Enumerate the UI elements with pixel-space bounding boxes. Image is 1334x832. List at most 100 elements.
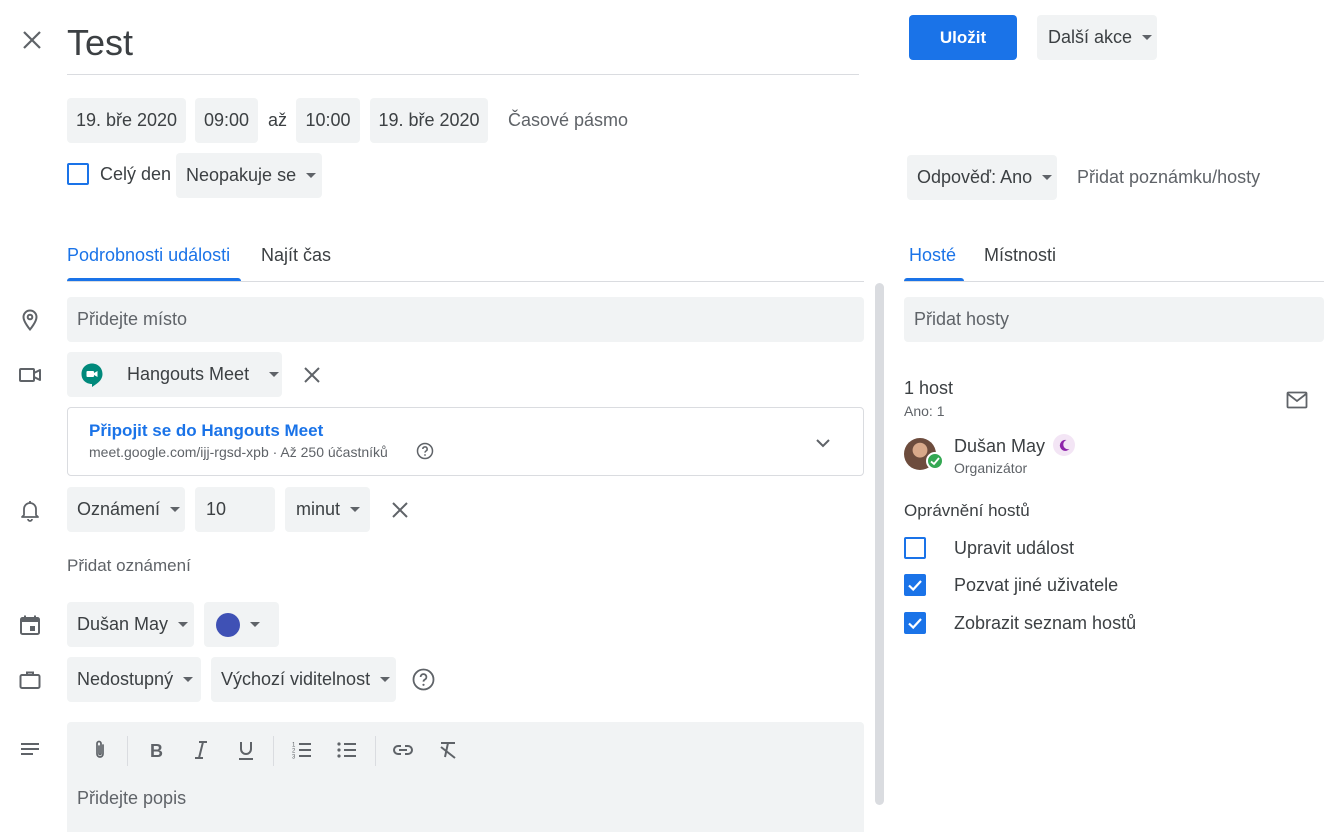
- chevron-down-icon: [1142, 35, 1153, 40]
- italic-icon[interactable]: [189, 738, 213, 762]
- availability-dropdown[interactable]: Nedostupný: [67, 657, 201, 702]
- toolbar-separator: [273, 736, 274, 766]
- link-icon[interactable]: [391, 738, 415, 762]
- location-placeholder: Přidejte místo: [77, 309, 188, 329]
- title-underline: [67, 74, 859, 75]
- permission-see-guest-list[interactable]: Zobrazit seznam hostů: [904, 611, 1324, 635]
- end-date-value: 19. bře 2020: [378, 110, 480, 130]
- end-time-value: 10:00: [305, 110, 351, 130]
- notification-value: 10: [206, 499, 227, 519]
- guest-name: Dušan May: [954, 436, 1046, 456]
- chevron-down-icon: [380, 677, 391, 682]
- description-editor[interactable]: [67, 722, 864, 832]
- permission-checkbox[interactable]: [904, 537, 926, 559]
- remove-notification-icon[interactable]: [390, 500, 410, 520]
- permission-checkbox-checked[interactable]: [904, 612, 926, 634]
- chevron-down-icon: [350, 507, 361, 512]
- permission-label: Zobrazit seznam hostů: [954, 613, 1137, 633]
- conference-value: Hangouts Meet: [127, 364, 250, 384]
- visibility-help-icon[interactable]: [412, 668, 435, 691]
- calendar-owner-dropdown[interactable]: Dušan May: [67, 602, 194, 647]
- toolbar-separator: [127, 736, 128, 766]
- notification-value-input[interactable]: 10: [195, 487, 275, 532]
- chevron-down-icon: [183, 677, 194, 682]
- clear-formatting-icon[interactable]: [436, 738, 460, 762]
- svg-text:B: B: [150, 741, 163, 761]
- chevron-down-icon: [170, 507, 181, 512]
- add-guests-input[interactable]: Přidat hosty: [904, 297, 1324, 342]
- moon-icon: [1053, 434, 1075, 456]
- recurrence-value: Neopakuje se: [186, 165, 297, 185]
- chevron-down-icon: [269, 372, 280, 377]
- close-icon[interactable]: [20, 28, 44, 52]
- visibility-dropdown[interactable]: Výchozí viditelnost: [211, 657, 396, 702]
- timezone-button[interactable]: Časové pásmo: [508, 110, 628, 131]
- conference-dropdown[interactable]: Hangouts Meet: [67, 352, 282, 397]
- join-meet-card: [67, 407, 864, 476]
- tab-guests[interactable]: Hosté: [909, 245, 956, 266]
- join-meet-link[interactable]: Připojit se do Hangouts Meet: [89, 421, 323, 441]
- permission-label: Upravit událost: [954, 538, 1075, 558]
- all-day-label: Celý den: [100, 164, 172, 184]
- guest-permissions-title: Oprávnění hostů: [904, 501, 1030, 520]
- expand-chevron-icon[interactable]: [813, 433, 833, 453]
- calendar-owner-value: Dušan May: [77, 614, 169, 634]
- more-actions-button[interactable]: Další akce: [1037, 15, 1157, 60]
- notification-type-dropdown[interactable]: Oznámení: [67, 487, 185, 532]
- visibility-value: Výchozí viditelnost: [221, 669, 371, 689]
- color-swatch: [216, 612, 240, 637]
- add-note-guests-button[interactable]: Přidat poznámku/hosty: [1077, 167, 1260, 188]
- availability-value: Nedostupný: [77, 669, 174, 689]
- rsvp-dropdown[interactable]: Odpověď: Ano: [907, 155, 1057, 200]
- guest-role: Organizátor: [954, 460, 1028, 476]
- add-notification-button[interactable]: Přidat oznámení: [67, 556, 191, 576]
- location-input[interactable]: Přidejte místo: [67, 297, 864, 342]
- numbered-list-icon[interactable]: 123: [290, 738, 314, 762]
- start-time-value: 09:00: [203, 110, 250, 130]
- chevron-down-icon: [178, 622, 189, 627]
- video-camera-icon: [18, 363, 42, 387]
- chevron-down-icon: [250, 622, 260, 627]
- more-actions-label: Další akce: [1048, 27, 1133, 47]
- guest-count: 1 host: [904, 378, 954, 398]
- underline-icon[interactable]: [234, 738, 258, 762]
- notification-unit-dropdown[interactable]: minut: [285, 487, 370, 532]
- event-title: Test: [67, 22, 134, 63]
- svg-text:3: 3: [292, 755, 296, 761]
- guest-item[interactable]: Dušan May Organizátor: [904, 434, 1324, 478]
- end-date-field[interactable]: 19. bře 2020: [370, 98, 488, 143]
- event-color-dropdown[interactable]: [204, 602, 279, 647]
- notification-unit-value: minut: [296, 499, 341, 519]
- remove-conference-icon[interactable]: [302, 365, 322, 385]
- all-day-checkbox[interactable]: [67, 163, 89, 185]
- tab-event-details[interactable]: Podrobnosti události: [67, 245, 230, 266]
- permission-checkbox-checked[interactable]: [904, 574, 926, 596]
- bulleted-list-icon[interactable]: [335, 738, 359, 762]
- to-label: až: [268, 110, 288, 130]
- permission-label: Pozvat jiné uživatele: [954, 575, 1119, 595]
- bold-icon[interactable]: B: [144, 738, 168, 762]
- hangouts-meet-icon: [79, 362, 105, 388]
- event-title-input[interactable]: Test: [67, 20, 859, 74]
- calendar-icon: [18, 613, 42, 637]
- email-guests-icon[interactable]: [1285, 388, 1309, 412]
- recurrence-dropdown[interactable]: Neopakuje se: [176, 153, 322, 198]
- save-button-label: Uložit: [939, 27, 987, 47]
- help-icon[interactable]: [416, 442, 434, 460]
- description-placeholder: Přidejte popis: [77, 788, 187, 808]
- permission-edit-event[interactable]: Upravit událost: [904, 536, 1324, 560]
- save-button[interactable]: Uložit: [909, 15, 1017, 60]
- rsvp-value: Odpověď: Ano: [917, 167, 1033, 187]
- end-time-field[interactable]: 10:00: [296, 98, 360, 143]
- start-date-field[interactable]: 19. bře 2020: [67, 98, 186, 143]
- attachment-icon[interactable]: [88, 738, 112, 762]
- permission-invite-others[interactable]: Pozvat jiné uživatele: [904, 573, 1324, 597]
- description-icon: [18, 738, 42, 762]
- guest-yes-count: Ano: 1: [904, 403, 945, 419]
- tabs-divider-right: [904, 281, 1324, 282]
- start-time-field[interactable]: 09:00: [195, 98, 258, 143]
- tab-rooms[interactable]: Místnosti: [984, 245, 1056, 266]
- tab-find-time[interactable]: Najít čas: [261, 245, 331, 266]
- accepted-check-icon: [926, 452, 944, 470]
- scrollbar-thumb[interactable]: [875, 283, 884, 805]
